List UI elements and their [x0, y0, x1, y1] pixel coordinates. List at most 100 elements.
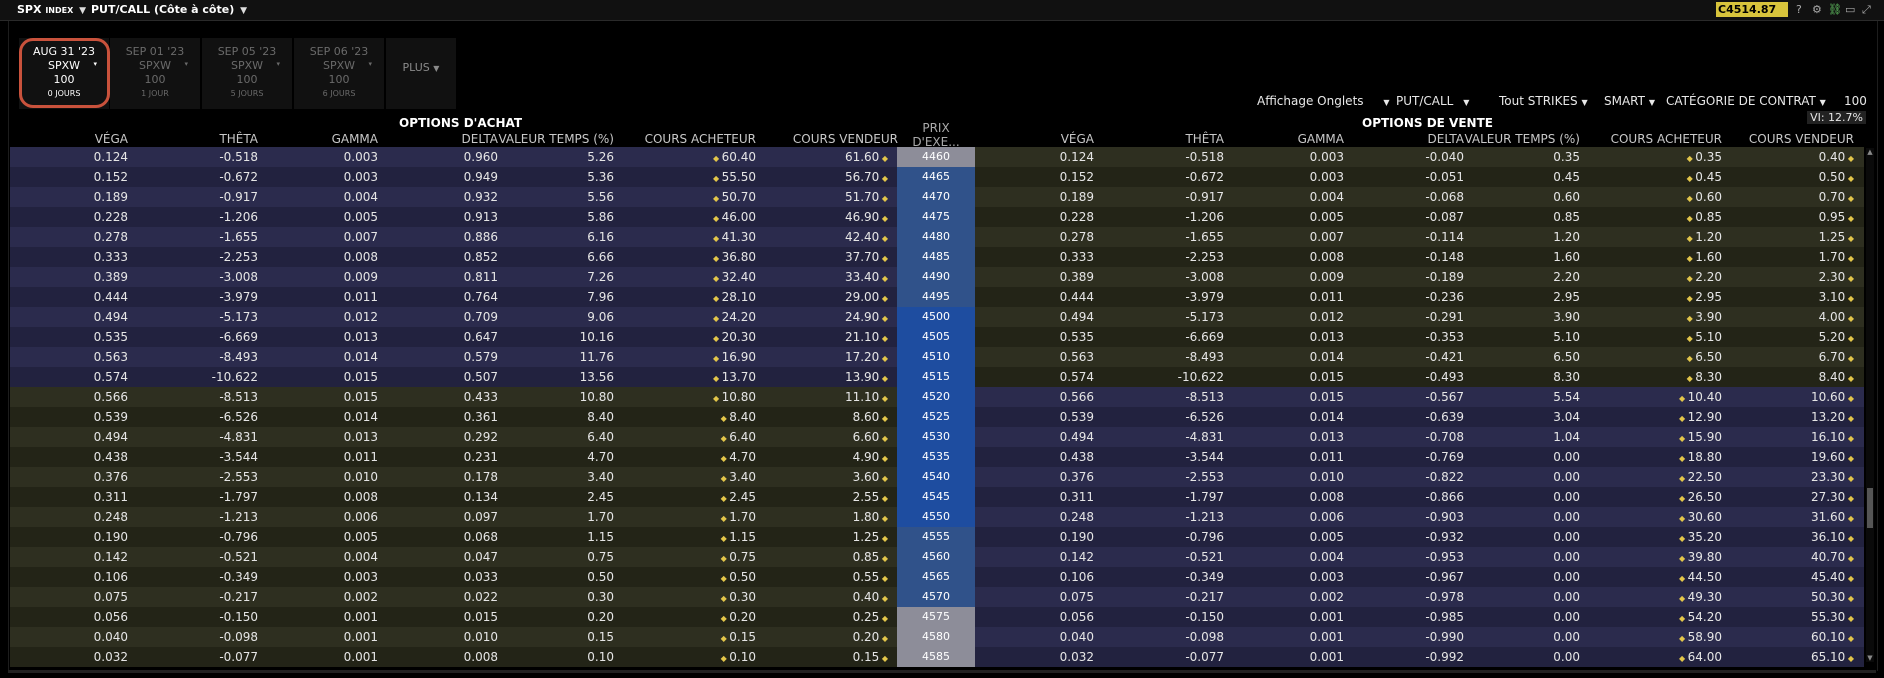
call-vega-header[interactable]: VÉGA: [40, 132, 128, 146]
call-bid-cell[interactable]: ◆ 50.70: [620, 187, 756, 207]
call-ask-cell[interactable]: 11.10 ◆: [740, 387, 888, 407]
table-row[interactable]: 0.438 -3.544 0.011 0.231 4.70 ◆ 4.70 4.90 ◆ 453…: [10, 447, 1864, 467]
put-ask-cell[interactable]: 36.10 ◆: [1736, 527, 1854, 547]
call-ask-cell[interactable]: 0.85 ◆: [740, 547, 888, 567]
strike-cell[interactable]: 4525: [897, 407, 975, 427]
more-expirations-button[interactable]: PLUS ▼: [386, 38, 456, 109]
put-bid-cell[interactable]: ◆ 2.20: [1586, 267, 1722, 287]
call-ask-cell[interactable]: 1.80 ◆: [740, 507, 888, 527]
call-bid-cell[interactable]: ◆ 24.20: [620, 307, 756, 327]
put-ask-cell[interactable]: 50.30 ◆: [1736, 587, 1854, 607]
put-bid-cell[interactable]: ◆ 64.00: [1586, 647, 1722, 667]
call-ask-cell[interactable]: 2.55 ◆: [740, 487, 888, 507]
call-ask-cell[interactable]: 0.20 ◆: [740, 627, 888, 647]
strike-cell[interactable]: 4460: [897, 147, 975, 167]
strike-cell[interactable]: 4520: [897, 387, 975, 407]
put-ask-cell[interactable]: 55.30 ◆: [1736, 607, 1854, 627]
call-ask-cell[interactable]: 13.90 ◆: [740, 367, 888, 387]
call-ask-cell[interactable]: 6.60 ◆: [740, 427, 888, 447]
put-bid-cell[interactable]: ◆ 1.60: [1586, 247, 1722, 267]
put-bid-cell[interactable]: ◆ 58.90: [1586, 627, 1722, 647]
call-time-value-header[interactable]: VALEUR TEMPS (%): [470, 132, 614, 146]
table-row[interactable]: 0.566 -8.513 0.015 0.433 10.80 ◆ 10.80 11.10 ◆…: [10, 387, 1864, 407]
put-ask-cell[interactable]: 40.70 ◆: [1736, 547, 1854, 567]
put-time-value-header[interactable]: VALEUR TEMPS (%): [1436, 132, 1580, 146]
call-ask-cell[interactable]: 56.70 ◆: [740, 167, 888, 187]
call-bid-cell[interactable]: ◆ 13.70: [620, 367, 756, 387]
call-bid-cell[interactable]: ◆ 0.10: [620, 647, 756, 667]
put-bid-cell[interactable]: ◆ 5.10: [1586, 327, 1722, 347]
call-bid-cell[interactable]: ◆ 0.15: [620, 627, 756, 647]
table-row[interactable]: 0.563 -8.493 0.014 0.579 11.76 ◆ 16.90 17.20 ◆…: [10, 347, 1864, 367]
put-bid-cell[interactable]: ◆ 18.80: [1586, 447, 1722, 467]
vertical-scrollbar[interactable]: ▲ ▼: [1866, 148, 1874, 662]
table-row[interactable]: 0.376 -2.553 0.010 0.178 3.40 ◆ 3.40 3.60 ◆ 454…: [10, 467, 1864, 487]
strike-cell[interactable]: 4585: [897, 647, 975, 667]
strike-cell[interactable]: 4480: [897, 227, 975, 247]
put-ask-cell[interactable]: 65.10 ◆: [1736, 647, 1854, 667]
call-gamma-header[interactable]: GAMMA: [290, 132, 378, 146]
table-row[interactable]: 0.494 -4.831 0.013 0.292 6.40 ◆ 6.40 6.60 ◆ 453…: [10, 427, 1864, 447]
strikes-dropdown[interactable]: Tout STRIKES ▼: [1499, 94, 1588, 108]
put-bid-cell[interactable]: ◆ 54.20: [1586, 607, 1722, 627]
strike-cell[interactable]: 4465: [897, 167, 975, 187]
call-ask-cell[interactable]: 24.90 ◆: [740, 307, 888, 327]
put-ask-cell[interactable]: 60.10 ◆: [1736, 627, 1854, 647]
put-ask-cell[interactable]: 4.00 ◆: [1736, 307, 1854, 327]
put-bid-cell[interactable]: ◆ 15.90: [1586, 427, 1722, 447]
put-ask-cell[interactable]: 23.30 ◆: [1736, 467, 1854, 487]
strike-cell[interactable]: 4580: [897, 627, 975, 647]
put-bid-cell[interactable]: ◆ 22.50: [1586, 467, 1722, 487]
minimize-icon[interactable]: ▭: [1845, 3, 1855, 16]
strike-column-header[interactable]: PRIX D'EXE...: [897, 121, 975, 149]
putcall-dropdown[interactable]: PUT/CALL ▼: [1396, 94, 1469, 108]
exchange-dropdown[interactable]: SMART ▼: [1604, 94, 1655, 108]
call-bid-cell[interactable]: ◆ 16.90: [620, 347, 756, 367]
table-row[interactable]: 0.333 -2.253 0.008 0.852 6.66 ◆ 36.80 37.70 ◆ 4…: [10, 247, 1864, 267]
strike-cell[interactable]: 4515: [897, 367, 975, 387]
put-ask-cell[interactable]: 10.60 ◆: [1736, 387, 1854, 407]
put-ask-cell[interactable]: 8.40 ◆: [1736, 367, 1854, 387]
call-bid-cell[interactable]: ◆ 36.80: [620, 247, 756, 267]
table-row[interactable]: 0.248 -1.213 0.006 0.097 1.70 ◆ 1.70 1.80 ◆ 455…: [10, 507, 1864, 527]
put-bid-cell[interactable]: ◆ 26.50: [1586, 487, 1722, 507]
put-bid-cell[interactable]: ◆ 8.30: [1586, 367, 1722, 387]
symbol-selector[interactable]: SPX INDEX ▼: [17, 3, 86, 16]
strike-cell[interactable]: 4475: [897, 207, 975, 227]
call-bid-cell[interactable]: ◆ 55.50: [620, 167, 756, 187]
table-row[interactable]: 0.106 -0.349 0.003 0.033 0.50 ◆ 0.50 0.55 ◆ 456…: [10, 567, 1864, 587]
call-ask-cell[interactable]: 37.70 ◆: [740, 247, 888, 267]
strike-cell[interactable]: 4510: [897, 347, 975, 367]
strike-cell[interactable]: 4550: [897, 507, 975, 527]
table-row[interactable]: 0.056 -0.150 0.001 0.015 0.20 ◆ 0.20 0.25 ◆ 457…: [10, 607, 1864, 627]
call-bid-cell[interactable]: ◆ 8.40: [620, 407, 756, 427]
strike-cell[interactable]: 4470: [897, 187, 975, 207]
strike-cell[interactable]: 4560: [897, 547, 975, 567]
strike-cell[interactable]: 4570: [897, 587, 975, 607]
call-bid-cell[interactable]: ◆ 0.50: [620, 567, 756, 587]
put-bid-cell[interactable]: ◆ 0.45: [1586, 167, 1722, 187]
strike-cell[interactable]: 4495: [897, 287, 975, 307]
put-ask-cell[interactable]: 0.95 ◆: [1736, 207, 1854, 227]
table-row[interactable]: 0.535 -6.669 0.013 0.647 10.16 ◆ 20.30 21.10 ◆…: [10, 327, 1864, 347]
call-ask-cell[interactable]: 51.70 ◆: [740, 187, 888, 207]
put-bid-cell[interactable]: ◆ 6.50: [1586, 347, 1722, 367]
table-row[interactable]: 0.040 -0.098 0.001 0.010 0.15 ◆ 0.15 0.20 ◆ 458…: [10, 627, 1864, 647]
scroll-down-icon[interactable]: ▼: [1866, 654, 1874, 662]
call-bid-cell[interactable]: ◆ 1.70: [620, 507, 756, 527]
call-ask-cell[interactable]: 0.40 ◆: [740, 587, 888, 607]
table-row[interactable]: 0.389 -3.008 0.009 0.811 7.26 ◆ 32.40 33.40 ◆ 4…: [10, 267, 1864, 287]
call-bid-header[interactable]: COURS ACHETEUR: [620, 132, 756, 146]
table-row[interactable]: 0.311 -1.797 0.008 0.134 2.45 ◆ 2.45 2.55 ◆ 454…: [10, 487, 1864, 507]
table-row[interactable]: 0.075 -0.217 0.002 0.022 0.30 ◆ 0.30 0.40 ◆ 457…: [10, 587, 1864, 607]
table-row[interactable]: 0.124 -0.518 0.003 0.960 5.26 ◆ 60.40 61.60 ◆ 4…: [10, 147, 1864, 167]
call-ask-cell[interactable]: 3.60 ◆: [740, 467, 888, 487]
call-ask-cell[interactable]: 0.25 ◆: [740, 607, 888, 627]
call-bid-cell[interactable]: ◆ 20.30: [620, 327, 756, 347]
call-ask-cell[interactable]: 61.60 ◆: [740, 147, 888, 167]
put-bid-cell[interactable]: ◆ 1.20: [1586, 227, 1722, 247]
call-ask-cell[interactable]: 8.60 ◆: [740, 407, 888, 427]
call-ask-cell[interactable]: 17.20 ◆: [740, 347, 888, 367]
call-bid-cell[interactable]: ◆ 28.10: [620, 287, 756, 307]
call-ask-cell[interactable]: 1.25 ◆: [740, 527, 888, 547]
